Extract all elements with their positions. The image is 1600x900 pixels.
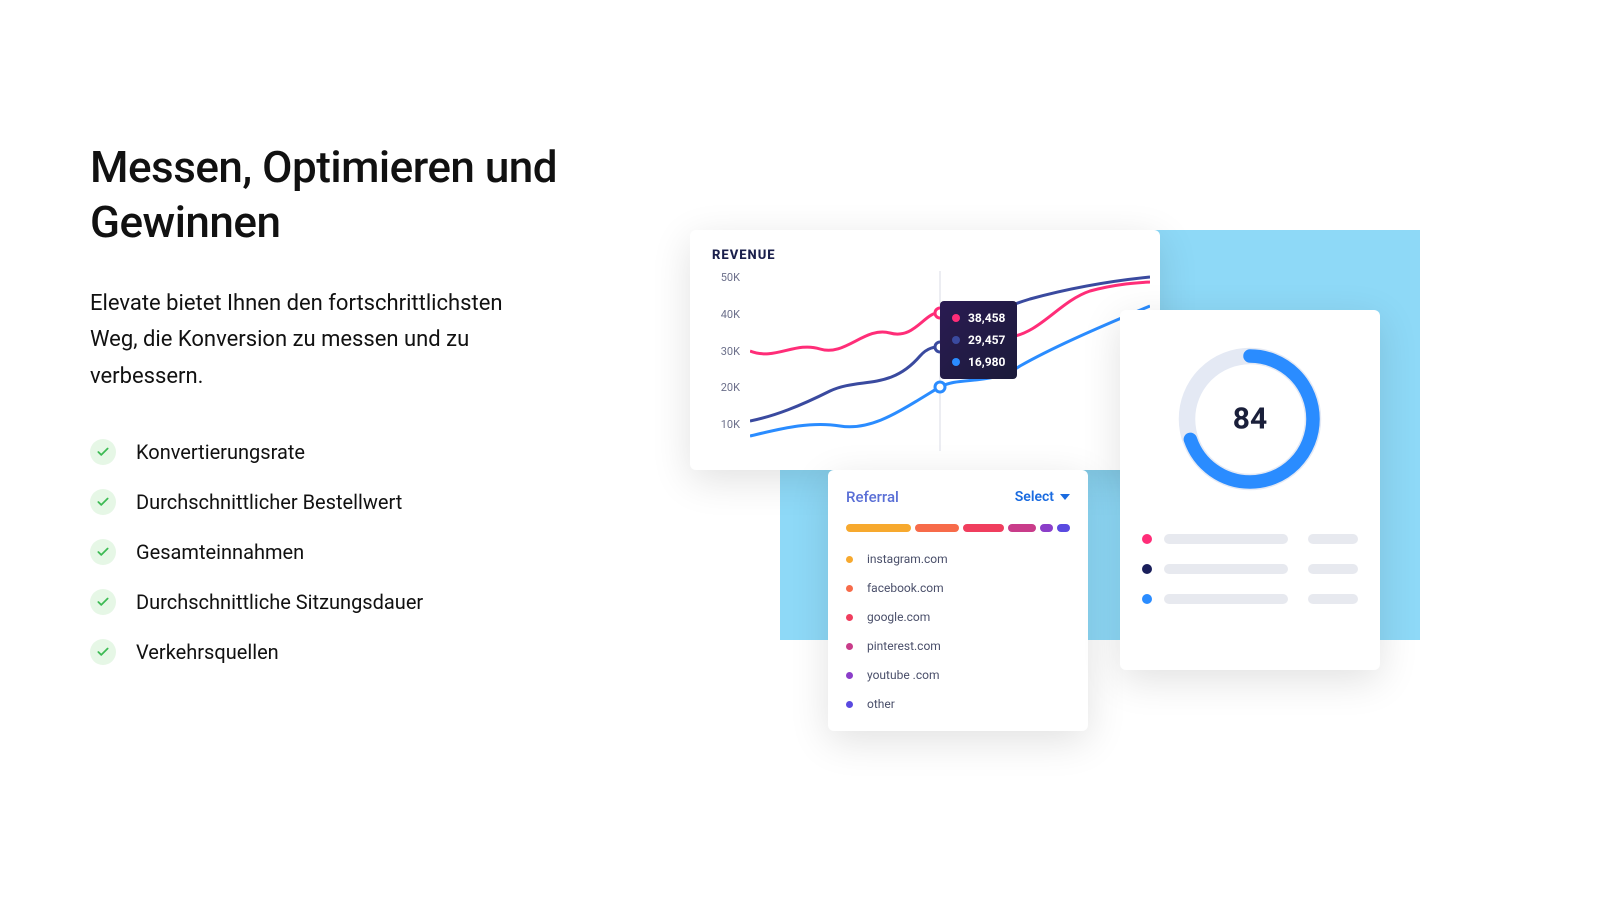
- chevron-down-icon: [1060, 494, 1070, 500]
- tooltip-value: 38,458: [968, 311, 1005, 325]
- bar-segment: [915, 524, 960, 532]
- referral-source-list: instagram.com facebook.com google.com pinte…: [846, 552, 1070, 711]
- bar-segment: [1040, 524, 1053, 532]
- tooltip-row: 38,458: [952, 311, 1005, 325]
- legend-placeholder-bar: [1308, 564, 1358, 574]
- tooltip-value: 16,980: [968, 355, 1005, 369]
- legend-placeholder-bar: [1164, 534, 1288, 544]
- source-dot-icon: [846, 585, 853, 592]
- y-tick-label: 20K: [710, 381, 740, 394]
- chart-tooltip: 38,458 29,457 16,980: [940, 301, 1017, 379]
- source-dot-icon: [846, 614, 853, 621]
- feature-list: Konvertierungsrate Durchschnittlicher Be…: [90, 439, 620, 665]
- feature-label: Durchschnittlicher Bestellwert: [136, 490, 402, 514]
- referral-source-item: instagram.com: [846, 552, 1070, 566]
- referral-card: Referral Select instagram.com facebook.co…: [828, 470, 1088, 731]
- gauge-ring: 84: [1175, 344, 1325, 494]
- legend-dot-icon: [1142, 594, 1152, 604]
- y-tick-label: 50K: [710, 271, 740, 284]
- legend-dot-icon: [1142, 534, 1152, 544]
- feature-item: Gesamteinnahmen: [90, 539, 620, 565]
- bar-segment: [1008, 524, 1036, 532]
- feature-item: Durchschnittlicher Bestellwert: [90, 489, 620, 515]
- gauge-legend: [1142, 534, 1358, 604]
- gauge-legend-row: [1142, 534, 1358, 544]
- check-icon: [90, 639, 116, 665]
- gauge-legend-row: [1142, 594, 1358, 604]
- tooltip-value: 29,457: [968, 333, 1005, 347]
- referral-source-item: youtube .com: [846, 668, 1070, 682]
- check-icon: [90, 439, 116, 465]
- series-dot-icon: [952, 314, 960, 322]
- series-dot-icon: [952, 358, 960, 366]
- source-dot-icon: [846, 643, 853, 650]
- referral-stacked-bar: [846, 524, 1070, 532]
- feature-label: Durchschnittliche Sitzungsdauer: [136, 590, 423, 614]
- revenue-title: REVENUE: [690, 248, 1160, 263]
- y-tick-label: 10K: [710, 418, 740, 431]
- legend-placeholder-bar: [1308, 534, 1358, 544]
- tooltip-row: 16,980: [952, 355, 1005, 369]
- subheadline: Elevate bietet Ihnen den fortschrittlich…: [90, 286, 550, 395]
- referral-select-dropdown[interactable]: Select: [1015, 489, 1070, 505]
- feature-item: Konvertierungsrate: [90, 439, 620, 465]
- bar-segment: [963, 524, 1004, 532]
- source-dot-icon: [846, 556, 853, 563]
- series-dot-icon: [952, 336, 960, 344]
- check-icon: [90, 489, 116, 515]
- tooltip-row: 29,457: [952, 333, 1005, 347]
- referral-source-item: facebook.com: [846, 581, 1070, 595]
- legend-dot-icon: [1142, 564, 1152, 574]
- referral-source-item: pinterest.com: [846, 639, 1070, 653]
- feature-item: Durchschnittliche Sitzungsdauer: [90, 589, 620, 615]
- revenue-chart-card: REVENUE 50K40K30K20K10K 38,45829,45716: [690, 230, 1160, 470]
- y-axis-labels: 50K 40K 30K 20K 10K: [710, 271, 740, 451]
- check-icon: [90, 589, 116, 615]
- gauge-card: 84: [1120, 310, 1380, 670]
- check-icon: [90, 539, 116, 565]
- referral-source-label: other: [867, 697, 895, 711]
- y-tick-label: 30K: [710, 345, 740, 358]
- referral-source-label: facebook.com: [867, 581, 944, 595]
- legend-placeholder-bar: [1164, 594, 1288, 604]
- feature-label: Konvertierungsrate: [136, 440, 305, 464]
- referral-title: Referral: [846, 488, 899, 506]
- feature-label: Gesamteinnahmen: [136, 540, 304, 564]
- referral-source-item: other: [846, 697, 1070, 711]
- gauge-value: 84: [1233, 402, 1267, 437]
- feature-item: Verkehrsquellen: [90, 639, 620, 665]
- y-tick-label: 40K: [710, 308, 740, 321]
- referral-source-item: google.com: [846, 610, 1070, 624]
- bar-segment: [846, 524, 911, 532]
- select-label: Select: [1015, 489, 1054, 505]
- gauge-legend-row: [1142, 564, 1358, 574]
- feature-label: Verkehrsquellen: [136, 640, 279, 664]
- legend-placeholder-bar: [1308, 594, 1358, 604]
- bar-segment: [1057, 524, 1070, 532]
- source-dot-icon: [846, 672, 853, 679]
- referral-source-label: google.com: [867, 610, 930, 624]
- legend-placeholder-bar: [1164, 564, 1288, 574]
- referral-source-label: pinterest.com: [867, 639, 941, 653]
- referral-source-label: youtube .com: [867, 668, 939, 682]
- referral-source-label: instagram.com: [867, 552, 948, 566]
- source-dot-icon: [846, 701, 853, 708]
- headline: Messen, Optimieren und Gewinnen: [90, 140, 620, 250]
